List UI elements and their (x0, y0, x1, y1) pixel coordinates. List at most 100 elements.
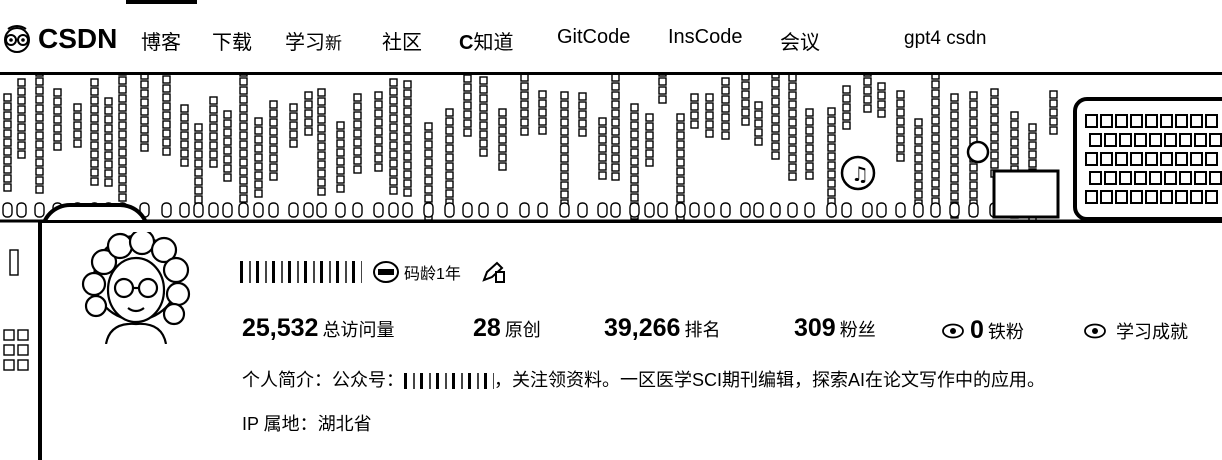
code-glyph (788, 136, 797, 145)
code-glyph (676, 140, 685, 149)
code-glyph (877, 109, 886, 118)
code-glyph (239, 158, 248, 167)
code-glyph (538, 90, 547, 99)
csdn-logo[interactable]: CSDN (0, 22, 117, 56)
code-glyph (239, 95, 248, 104)
code-glyph (611, 100, 620, 109)
code-glyph (424, 158, 433, 167)
code-glyph (389, 132, 398, 141)
code-glyph (239, 149, 248, 158)
code-glyph (403, 107, 412, 116)
nav-community[interactable]: 社区 (382, 26, 422, 55)
code-glyph (3, 174, 12, 183)
code-glyph (771, 97, 780, 106)
code-glyph (950, 165, 959, 174)
code-glyph (931, 89, 940, 98)
code-glyph (914, 118, 923, 127)
code-glyph (990, 106, 999, 115)
stat-rank: 39,266 排名 (604, 314, 720, 343)
code-glyph (402, 202, 413, 218)
code-glyph (403, 134, 412, 143)
code-glyph (611, 136, 620, 145)
code-glyph (931, 107, 940, 116)
code-glyph (162, 93, 171, 102)
code-glyph (389, 78, 398, 87)
code-glyph (35, 185, 44, 194)
code-glyph (304, 100, 313, 109)
code-glyph (611, 82, 620, 91)
code-glyph (73, 103, 82, 112)
stat-achievements[interactable]: 学习成就 (1084, 318, 1188, 344)
code-glyph (162, 75, 171, 84)
code-glyph (690, 93, 699, 102)
keyboard-key (1149, 133, 1162, 147)
code-glyph (645, 158, 654, 167)
code-glyph (629, 202, 640, 218)
code-glyph (950, 192, 959, 201)
code-glyph (140, 107, 149, 116)
code-glyph (445, 189, 454, 198)
nav-zhidao[interactable]: C知道 (459, 26, 513, 55)
code-glyph (303, 202, 314, 218)
code-glyph (90, 114, 99, 123)
code-glyph (950, 183, 959, 192)
code-glyph (223, 155, 232, 164)
nav-gitcode[interactable]: GitCode (557, 26, 630, 49)
code-glyph (862, 202, 873, 218)
code-glyph (644, 202, 655, 218)
keyboard-key (1085, 152, 1098, 166)
nav-inscode[interactable]: InsCode (668, 26, 743, 49)
edit-icon[interactable] (481, 260, 507, 284)
code-glyph (914, 136, 923, 145)
code-glyph (35, 158, 44, 167)
code-glyph (598, 135, 607, 144)
code-glyph (559, 202, 570, 218)
profile-banner-image: ♫ (0, 75, 1222, 225)
avatar[interactable] (80, 228, 192, 345)
code-glyph (16, 202, 27, 218)
keyboard-key (1089, 171, 1102, 185)
code-glyph (788, 82, 797, 91)
code-glyph (1028, 123, 1037, 132)
code-glyph (705, 93, 714, 102)
code-glyph (705, 102, 714, 111)
code-glyph (239, 104, 248, 113)
code-glyph (352, 202, 363, 218)
search-input[interactable]: gpt4 csdn (904, 28, 986, 50)
code-glyph (209, 96, 218, 105)
code-glyph (520, 100, 529, 109)
eye-icon (1084, 323, 1106, 339)
code-glyph (336, 148, 345, 157)
code-glyph (630, 184, 639, 193)
keyboard-key (1179, 171, 1192, 185)
nav-blog[interactable]: 博客 (141, 26, 181, 55)
code-glyph (140, 143, 149, 152)
code-glyph (424, 194, 433, 203)
keyboard-key (1190, 190, 1203, 204)
nav-download[interactable]: 下载 (212, 26, 252, 55)
code-glyph (1028, 159, 1037, 168)
code-glyph (222, 202, 233, 218)
code-glyph (578, 101, 587, 110)
stat-value: 309 (794, 314, 836, 342)
code-glyph (705, 120, 714, 129)
code-glyph (863, 75, 872, 77)
code-glyph (741, 99, 750, 108)
code-glyph (317, 169, 326, 178)
code-glyph (194, 195, 203, 204)
code-glyph (389, 123, 398, 132)
stat-iron-fans[interactable]: 0 铁粉 (942, 316, 1024, 345)
code-glyph (611, 145, 620, 154)
code-glyph (788, 118, 797, 127)
nav-conference[interactable]: 会议 (780, 26, 820, 55)
code-glyph (223, 146, 232, 155)
code-glyph (560, 100, 569, 109)
nav-learn[interactable]: 学习新 (285, 26, 342, 55)
code-glyph (611, 75, 620, 82)
code-glyph (630, 130, 639, 139)
code-glyph (336, 166, 345, 175)
code-glyph (223, 119, 232, 128)
code-glyph (690, 120, 699, 129)
code-glyph (317, 151, 326, 160)
code-glyph (560, 154, 569, 163)
